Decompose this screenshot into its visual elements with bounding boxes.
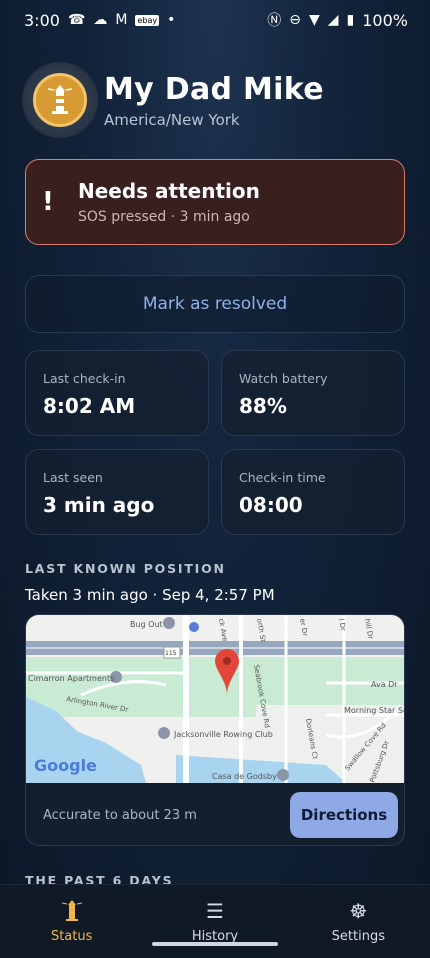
timezone-label: America/New York [104, 110, 240, 129]
status-bar: 3:00 ☎ ☁ M ebay • Ⓝ ⊖ ▼ ◢ ▮ 100% [0, 0, 430, 40]
card-value: 88% [239, 394, 287, 418]
map-label: Casa de Godsby [212, 772, 277, 781]
map-label: Cimarron Apartments [28, 674, 114, 683]
card-value: 08:00 [239, 493, 303, 517]
card-label: Last seen [43, 470, 103, 485]
accuracy-label: Accurate to about 23 m [43, 807, 197, 823]
position-heading: LAST KNOWN POSITION [25, 561, 226, 576]
card-label: Watch battery [239, 371, 328, 386]
map-label: Morning Star Sch [344, 706, 405, 715]
card-label: Check-in time [239, 470, 326, 485]
card-label: Last check-in [43, 371, 126, 386]
nav-history[interactable]: ☰ History [143, 885, 286, 958]
mark-resolved-button[interactable]: Mark as resolved [25, 275, 405, 333]
card-checkin-time: Check-in time 08:00 [221, 449, 405, 535]
nav-status[interactable]: Status [0, 885, 143, 958]
map-view[interactable]: Bug Out 115 Cimarron Apartments Arlingto… [26, 615, 405, 783]
battery-percent: 100% [362, 10, 408, 30]
card-value: 3 min ago [43, 493, 155, 517]
nav-settings[interactable]: ☸ Settings [287, 885, 430, 958]
google-logo: Google [34, 756, 97, 775]
lighthouse-icon [61, 899, 83, 925]
nav-label: Status [50, 929, 93, 944]
lighthouse-logo-icon [22, 62, 98, 138]
wifi-icon: ▼ [308, 12, 320, 28]
map-card: Bug Out 115 Cimarron Apartments Arlingto… [25, 614, 405, 846]
page-title: My Dad Mike [104, 71, 324, 107]
map-label: Bug Out [130, 620, 163, 629]
cloud-icon: ☁ [93, 12, 108, 28]
home-indicator[interactable] [152, 942, 278, 946]
header: My Dad Mike America/New York [22, 62, 324, 138]
card-last-checkin: Last check-in 8:02 AM [25, 350, 209, 436]
map-label: Ava Dr [371, 680, 398, 689]
alert-subtitle: SOS pressed · 3 min ago [78, 209, 250, 225]
map-label: 115 [165, 650, 177, 657]
dot-icon: • [167, 12, 176, 28]
gmail-icon: M [115, 12, 128, 28]
signal-icon: ◢ [327, 12, 339, 28]
alert-banner[interactable]: ! Needs attention SOS pressed · 3 min ag… [25, 159, 405, 245]
ebay-icon: ebay [135, 14, 160, 26]
battery-icon: ▮ [346, 12, 355, 28]
card-last-seen: Last seen 3 min ago [25, 449, 209, 535]
nfc-icon: Ⓝ [267, 13, 282, 29]
alert-title: Needs attention [78, 179, 260, 203]
nav-label: Settings [331, 929, 385, 944]
notification-icon: ☎ [67, 12, 86, 28]
directions-button[interactable]: Directions [290, 792, 398, 838]
bottom-nav: Status ☰ History ☸ Settings [0, 884, 430, 958]
card-watch-battery: Watch battery 88% [221, 350, 405, 436]
dnd-icon: ⊖ [289, 12, 301, 28]
helm-icon: ☸ [349, 899, 368, 923]
status-time: 3:00 [24, 10, 60, 30]
card-value: 8:02 AM [43, 394, 136, 418]
map-label: Jacksonville Rowing Club [173, 730, 273, 739]
exclamation-icon: ! [42, 187, 54, 217]
list-icon: ☰ [206, 899, 224, 923]
position-timestamp: Taken 3 min ago · Sep 4, 2:57 PM [25, 586, 275, 604]
